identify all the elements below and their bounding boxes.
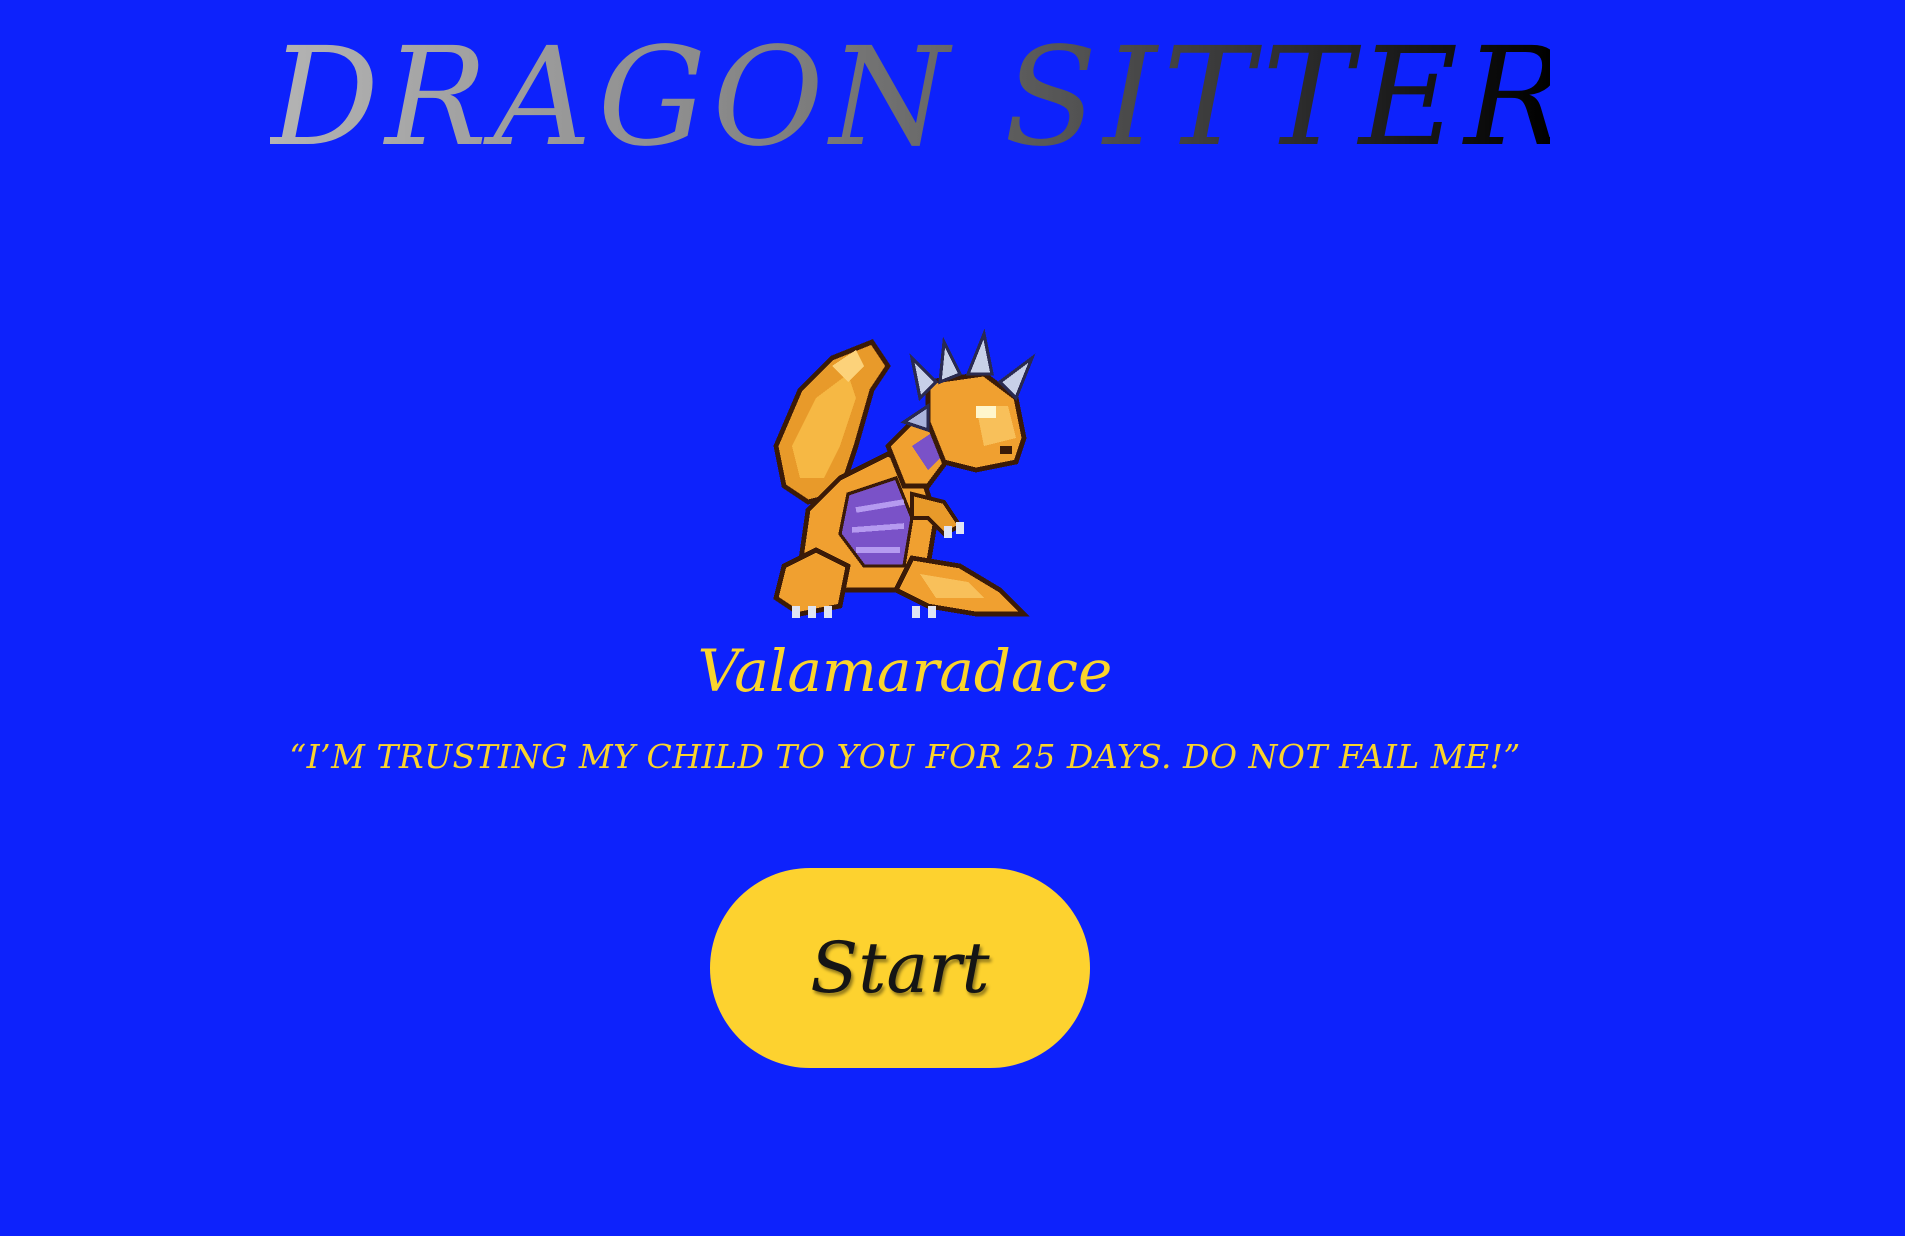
start-button[interactable]: Start [710,868,1090,1068]
dragon-sprite [752,326,1056,622]
dragon-icon [773,328,1036,618]
game-start-screen: DRAGON SITTER Valamaradace “I’M TRUSTING… [0,0,1905,1236]
dragon-quote: “I’M TRUSTING MY CHILD TO YOU FOR 25 DAY… [289,737,1521,776]
dragon-name: Valamaradace [697,637,1113,705]
game-title: DRAGON SITTER [270,19,1573,177]
